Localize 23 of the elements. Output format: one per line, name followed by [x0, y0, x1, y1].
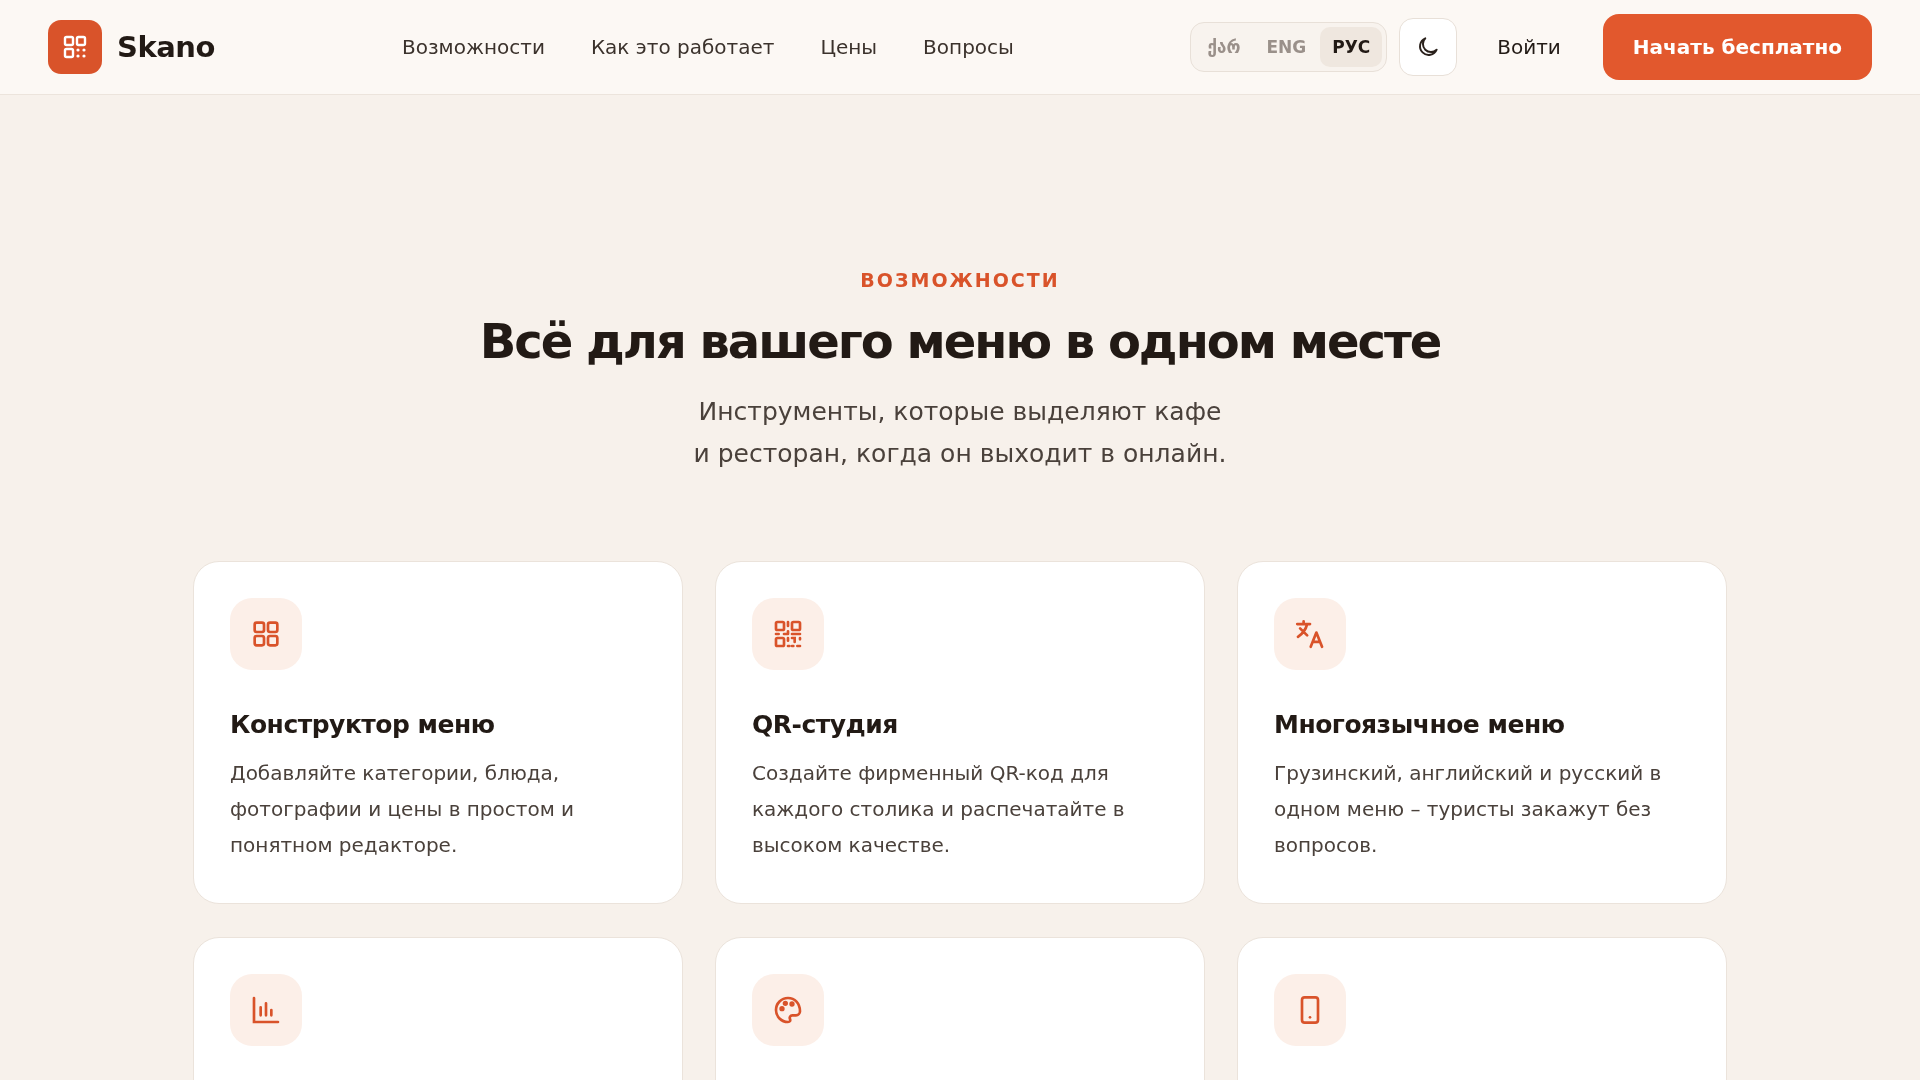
- nav-link[interactable]: Вопросы: [923, 35, 1014, 59]
- grid-icon: [250, 618, 282, 650]
- brand-name: Skano: [117, 30, 215, 64]
- feature-title: Конструктор меню: [230, 710, 496, 739]
- start-free-button[interactable]: Начать бесплатно: [1602, 14, 1872, 80]
- logo-icon: [48, 20, 102, 74]
- nav-link[interactable]: Как это работает: [590, 35, 775, 59]
- feature-description: Грузинский, английский и русский в одном меню – туристы закажут без вопросов.: [1274, 760, 1663, 859]
- feature-description: Добавляйте категории, блюда, фотографии и цены в простом и понятном редакторе.: [230, 760, 576, 859]
- qr-code-icon: [772, 618, 804, 650]
- bar-chart-icon: [250, 994, 282, 1026]
- palette-icon: [772, 994, 804, 1026]
- feature-title: Многоязычное меню: [1274, 710, 1566, 739]
- nav-link[interactable]: Цены: [820, 35, 878, 59]
- section-title: Всё для вашего меню в одном месте: [479, 313, 1441, 369]
- section-subtitle: Инструменты, которые выделяют кафе и ресторан, когда он выходит в онлайн.: [693, 396, 1227, 470]
- feature-description: Создайте фирменный QR-код для каждого столика и распечатайте в высоком качестве.: [752, 760, 1126, 859]
- login-link[interactable]: Войти: [1497, 35, 1561, 59]
- nav-link[interactable]: Возможности: [402, 35, 545, 59]
- section-eyebrow: ВОЗМОЖНОСТИ: [860, 269, 1060, 291]
- theme-toggle-button[interactable]: [1399, 18, 1458, 76]
- language-option[interactable]: РУС: [1320, 27, 1383, 67]
- feature-title: QR-студия: [752, 710, 899, 739]
